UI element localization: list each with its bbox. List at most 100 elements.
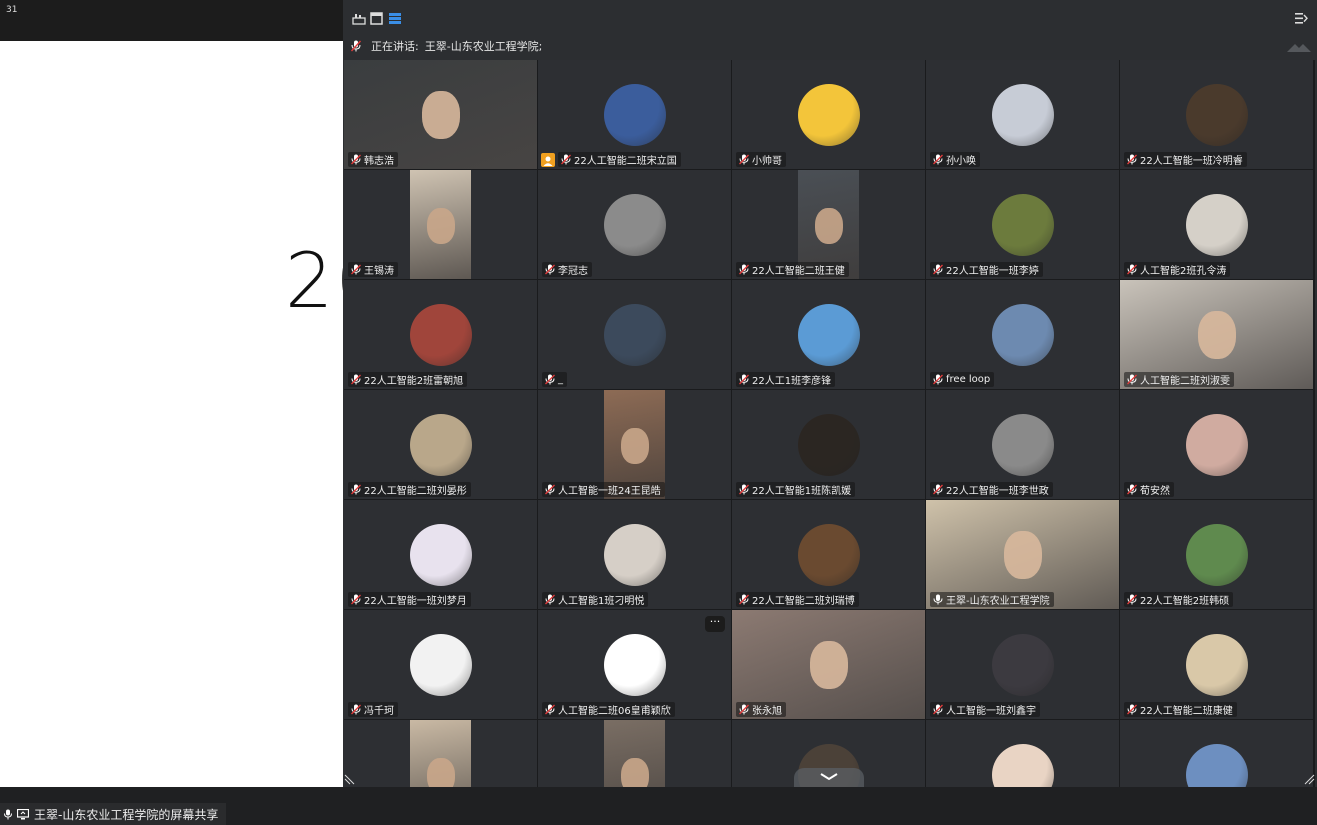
- avatar: [1185, 743, 1248, 787]
- resize-handle-icon[interactable]: [344, 773, 356, 785]
- participant-tile[interactable]: 22人工智能二班刘瑞博: [732, 500, 925, 609]
- video-grid-viewport: 韩志浩 22人工智能二班宋立国 小帅哥 孙小唤 22人工智能一班冷明睿王锡涛 李冠志 22人…: [344, 60, 1315, 787]
- video-feed: [604, 720, 665, 787]
- muted-mic-icon: [351, 264, 361, 275]
- participant-tile[interactable]: 22人工智能一班刘梦月: [344, 500, 537, 609]
- participant-tile[interactable]: [538, 720, 731, 787]
- participant-name-tag: 22人工智能一班李世政: [930, 482, 1053, 497]
- muted-mic-icon: [933, 154, 943, 165]
- participant-name-tag: 韩志浩: [348, 152, 398, 167]
- participant-tile[interactable]: 22人工智能二班康健: [1120, 610, 1313, 719]
- participant-tile[interactable]: [1120, 720, 1313, 787]
- participant-tile[interactable]: 人工智能一班24王昆皓: [538, 390, 731, 499]
- muted-mic-icon: [351, 594, 361, 605]
- chevron-down-icon: [820, 773, 838, 781]
- person-silhouette: [426, 208, 455, 245]
- scroll-down-button[interactable]: [794, 768, 864, 787]
- participant-tile[interactable]: 22人工智能一班李婷: [926, 170, 1119, 279]
- participant-tile[interactable]: 22人工1班李彦锋: [732, 280, 925, 389]
- muted-mic-icon: [561, 154, 571, 165]
- participant-name: 22人工智能二班王健: [752, 266, 845, 277]
- participant-tile[interactable]: 22人工智能一班李世政: [926, 390, 1119, 499]
- participant-name: 人工智能2班孔令涛: [1140, 266, 1227, 277]
- participant-tile[interactable]: 小帅哥: [732, 60, 925, 169]
- participant-name-tag: 22人工智能一班李婷: [930, 262, 1043, 277]
- participant-tile[interactable]: 22人工智能2班雷朝旭: [344, 280, 537, 389]
- participant-tile[interactable]: 王锡涛: [344, 170, 537, 279]
- avatar: [409, 523, 472, 586]
- participant-name: 22人工智能1班陈凯媛: [752, 486, 852, 497]
- participant-tile[interactable]: 人工智能1班刁明悦: [538, 500, 731, 609]
- participant-name: 人工智能1班刁明悦: [558, 596, 645, 607]
- avatar: [1185, 523, 1248, 586]
- participant-tile[interactable]: [344, 720, 537, 787]
- muted-mic-icon: [545, 594, 555, 605]
- collapse-panel-icon[interactable]: [1294, 12, 1308, 25]
- participant-name-tag: free loop: [930, 372, 995, 387]
- muted-mic-icon: [351, 374, 361, 385]
- speaking-name: 王翠-山东农业工程学院;: [424, 40, 543, 53]
- participant-tile[interactable]: 李冠志: [538, 170, 731, 279]
- participant-tile[interactable]: 韩志浩: [344, 60, 537, 169]
- participant-tile[interactable]: 22人工智能1班陈凯媛: [732, 390, 925, 499]
- participant-name: 王锡涛: [364, 266, 394, 277]
- participant-tile[interactable]: 22人工智能二班刘晏彤: [344, 390, 537, 499]
- participant-tile[interactable]: 22人工智能二班王健: [732, 170, 925, 279]
- participant-tile[interactable]: 22人工智能2班韩硕: [1120, 500, 1313, 609]
- participant-tile[interactable]: ··· 人工智能二班06皇甫颖欣: [538, 610, 731, 719]
- list-view-icon[interactable]: [388, 12, 402, 25]
- participant-name-tag: 荀安然: [1124, 482, 1174, 497]
- bottom-bar: 王翠-山东农业工程学院的屏幕共享: [0, 787, 1317, 825]
- more-options-button[interactable]: ···: [705, 616, 725, 632]
- window-icon[interactable]: [370, 12, 384, 25]
- muted-mic-icon: [933, 374, 943, 385]
- muted-mic-icon: [739, 704, 749, 715]
- participant-tile[interactable]: 冯千珂: [344, 610, 537, 719]
- muted-mic-icon: [739, 264, 749, 275]
- participant-tile[interactable]: 孙小唤: [926, 60, 1119, 169]
- speaking-indicator: 正在讲话: 王翠-山东农业工程学院;: [343, 33, 1315, 59]
- participant-name-tag: 李冠志: [542, 262, 592, 277]
- avatar: [991, 633, 1054, 696]
- participant-name-tag: _: [542, 372, 567, 387]
- participant-tile[interactable]: 王翠-山东农业工程学院: [926, 500, 1119, 609]
- participant-name: 22人工智能一班李婷: [946, 266, 1039, 277]
- person-silhouette: [620, 428, 649, 465]
- avatar: [409, 413, 472, 476]
- participant-tile[interactable]: _: [538, 280, 731, 389]
- muted-mic-icon: [1127, 704, 1137, 715]
- speaking-label: 正在讲话:: [371, 40, 419, 53]
- avatar: [797, 523, 860, 586]
- screen-share-indicator[interactable]: 王翠-山东农业工程学院的屏幕共享: [0, 803, 227, 825]
- avatar: [1185, 83, 1248, 146]
- avatar: [603, 83, 666, 146]
- muted-mic-icon: [739, 484, 749, 495]
- participant-tile[interactable]: [926, 720, 1119, 787]
- screen-share-label: 王翠-山东农业工程学院的屏幕共享: [34, 807, 219, 822]
- participant-name-tag: 王锡涛: [348, 262, 398, 277]
- muted-mic-icon: [933, 484, 943, 495]
- resize-handle-icon[interactable]: [1303, 773, 1315, 785]
- muted-mic-icon: [933, 264, 943, 275]
- participant-tile[interactable]: 荀安然: [1120, 390, 1313, 499]
- muted-mic-icon: [545, 484, 555, 495]
- participant-tile[interactable]: 22人工智能一班冷明睿: [1120, 60, 1313, 169]
- participant-name-tag: 22人工智能一班冷明睿: [1124, 152, 1247, 167]
- participant-tile[interactable]: 人工智能2班孔令涛: [1120, 170, 1313, 279]
- participant-name-tag: 22人工1班李彦锋: [736, 372, 836, 387]
- participant-tile[interactable]: 人工智能二班刘淑雯: [1120, 280, 1313, 389]
- muted-mic-icon: [1127, 264, 1137, 275]
- person-silhouette: [814, 208, 843, 245]
- video-feed: [410, 170, 471, 279]
- muted-mic-icon: [739, 374, 749, 385]
- person-silhouette: [809, 640, 848, 689]
- participant-tile[interactable]: 22人工智能二班宋立国: [538, 60, 731, 169]
- participant-name: 小帅哥: [752, 156, 782, 167]
- participant-name-tag: 22人工智能1班陈凯媛: [736, 482, 856, 497]
- muted-mic-icon: [351, 154, 361, 165]
- muted-mic-icon: [351, 704, 361, 715]
- participant-tile[interactable]: free loop: [926, 280, 1119, 389]
- participant-tile[interactable]: 张永旭: [732, 610, 925, 719]
- participant-tile[interactable]: 人工智能一班刘鑫宇: [926, 610, 1119, 719]
- participants-icon[interactable]: [352, 12, 366, 25]
